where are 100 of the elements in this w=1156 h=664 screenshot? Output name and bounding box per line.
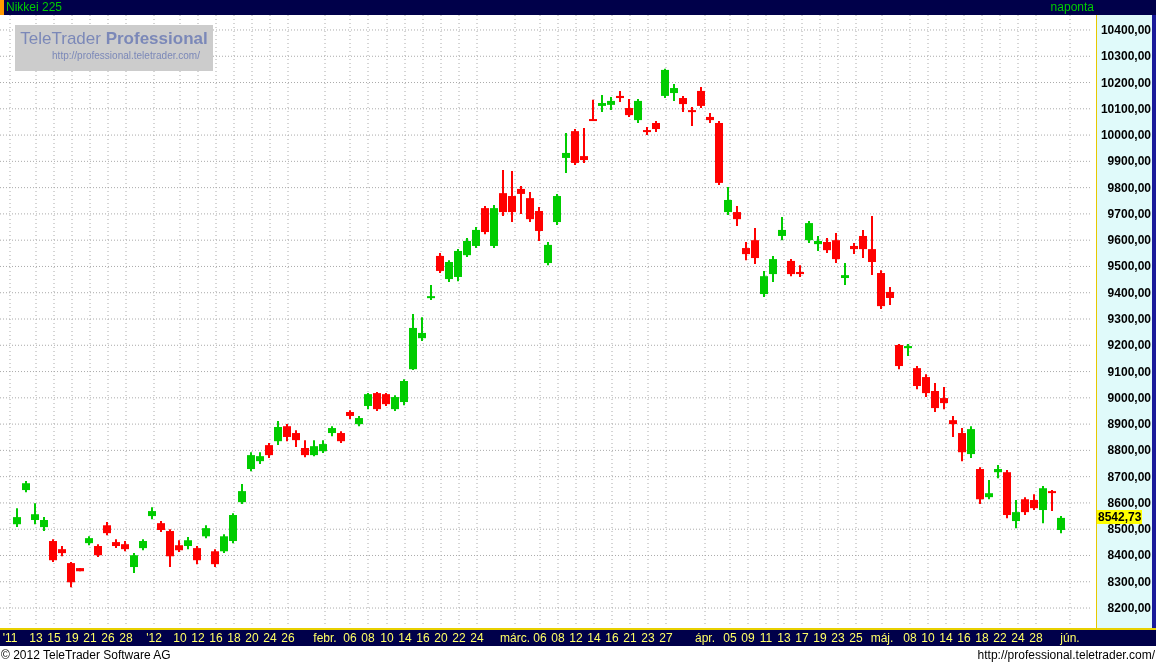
date-label: 12 [569, 631, 583, 645]
date-label: 11 [759, 631, 773, 645]
candlestick [733, 205, 741, 227]
date-label: '11 [2, 631, 18, 645]
date-label: 15 [47, 631, 61, 645]
date-label: jún. [1060, 631, 1080, 645]
date-label: 13 [29, 631, 43, 645]
date-label: 28 [1029, 631, 1043, 645]
date-label: 08 [903, 631, 917, 645]
date-label: 28 [119, 631, 133, 645]
date-label: febr. [313, 631, 337, 645]
candlestick [724, 186, 732, 216]
candlestick [1048, 489, 1056, 513]
candlestick [985, 479, 993, 501]
date-label: márc. [500, 631, 530, 645]
price-label: 9400,00 [1107, 285, 1151, 300]
candlestick [130, 552, 138, 575]
price-label: 9000,00 [1107, 390, 1151, 405]
footer-url: http://professional.teletrader.com/ [977, 647, 1155, 664]
date-label: 10 [173, 631, 187, 645]
price-label: 9600,00 [1107, 233, 1151, 248]
price-label: 10200,00 [1100, 75, 1151, 90]
date-label: 14 [398, 631, 412, 645]
date-label: 14 [939, 631, 953, 645]
date-label: 09 [741, 631, 755, 645]
chart-title: Nikkei 225 [6, 0, 63, 15]
candlestick [31, 502, 39, 526]
date-label: 12 [191, 631, 205, 645]
price-label: 10000,00 [1100, 128, 1151, 143]
price-label: 9800,00 [1107, 180, 1151, 195]
candlestick [634, 98, 642, 124]
date-label: 23 [641, 631, 655, 645]
date-label: 10 [921, 631, 935, 645]
candlestick [589, 98, 597, 122]
date-label: 26 [101, 631, 115, 645]
date-label: 14 [587, 631, 601, 645]
price-label: 8400,00 [1107, 548, 1151, 563]
marker-icon [0, 0, 4, 15]
candlestick [769, 254, 777, 283]
candlestick [562, 131, 570, 174]
watermark-url: http://professional.teletrader.com/ [51, 49, 200, 62]
candlestick [697, 85, 705, 110]
date-label: 05 [723, 631, 737, 645]
date-label: 16 [209, 631, 223, 645]
candlestick [949, 414, 957, 438]
date-label: 16 [416, 631, 430, 645]
price-label: 9900,00 [1107, 154, 1151, 169]
candlestick [517, 185, 525, 215]
price-label: 8700,00 [1107, 469, 1151, 484]
candlestick [868, 215, 876, 277]
candlestick [274, 419, 282, 447]
copyright-text: © 2012 TeleTrader Software AG [1, 647, 171, 664]
interval-label: naponta [1050, 0, 1094, 15]
date-label: 19 [65, 631, 79, 645]
price-label: 10400,00 [1100, 22, 1151, 37]
price-label: 10100,00 [1100, 101, 1151, 116]
candlestick [238, 483, 246, 505]
candlestick [778, 216, 786, 242]
date-label: 06 [533, 631, 547, 645]
date-label: 16 [957, 631, 971, 645]
date-label: ápr. [695, 631, 715, 645]
date-label: 18 [975, 631, 989, 645]
price-label: 9500,00 [1107, 259, 1151, 274]
price-label: 8600,00 [1107, 495, 1151, 510]
date-label: 06 [343, 631, 357, 645]
date-label: 24 [263, 631, 277, 645]
candlestick [760, 269, 768, 298]
date-label: 08 [361, 631, 375, 645]
date-label: 17 [795, 631, 809, 645]
candlestick [436, 252, 444, 275]
date-label: máj. [870, 631, 894, 645]
date-label: 20 [245, 631, 259, 645]
date-label: 24 [1011, 631, 1025, 645]
date-label: 10 [380, 631, 394, 645]
price-label: 9100,00 [1107, 364, 1151, 379]
date-label: 22 [452, 631, 466, 645]
date-label: 20 [434, 631, 448, 645]
price-label: 8200,00 [1107, 601, 1151, 615]
candlestick [958, 427, 966, 463]
candlestick [1039, 485, 1047, 525]
date-label: 18 [227, 631, 241, 645]
date-label: 16 [605, 631, 619, 645]
date-label: 19 [813, 631, 827, 645]
last-price-tag: 8542,73 [1097, 510, 1143, 524]
candlestick [13, 507, 21, 529]
date-label: 26 [281, 631, 295, 645]
price-label: 9200,00 [1107, 338, 1151, 353]
date-label: 21 [623, 631, 637, 645]
price-label: 10300,00 [1100, 49, 1151, 64]
price-label: 8800,00 [1107, 443, 1151, 458]
price-label: 8300,00 [1107, 574, 1151, 589]
date-label: 22 [993, 631, 1007, 645]
candlestick [193, 545, 201, 566]
date-label: '12 [146, 631, 162, 645]
candlestick [481, 205, 489, 236]
date-label: 27 [659, 631, 673, 645]
candlestick [1012, 499, 1020, 530]
candlestick [895, 342, 903, 371]
price-label: 9700,00 [1107, 206, 1151, 221]
candlestick [544, 241, 552, 267]
